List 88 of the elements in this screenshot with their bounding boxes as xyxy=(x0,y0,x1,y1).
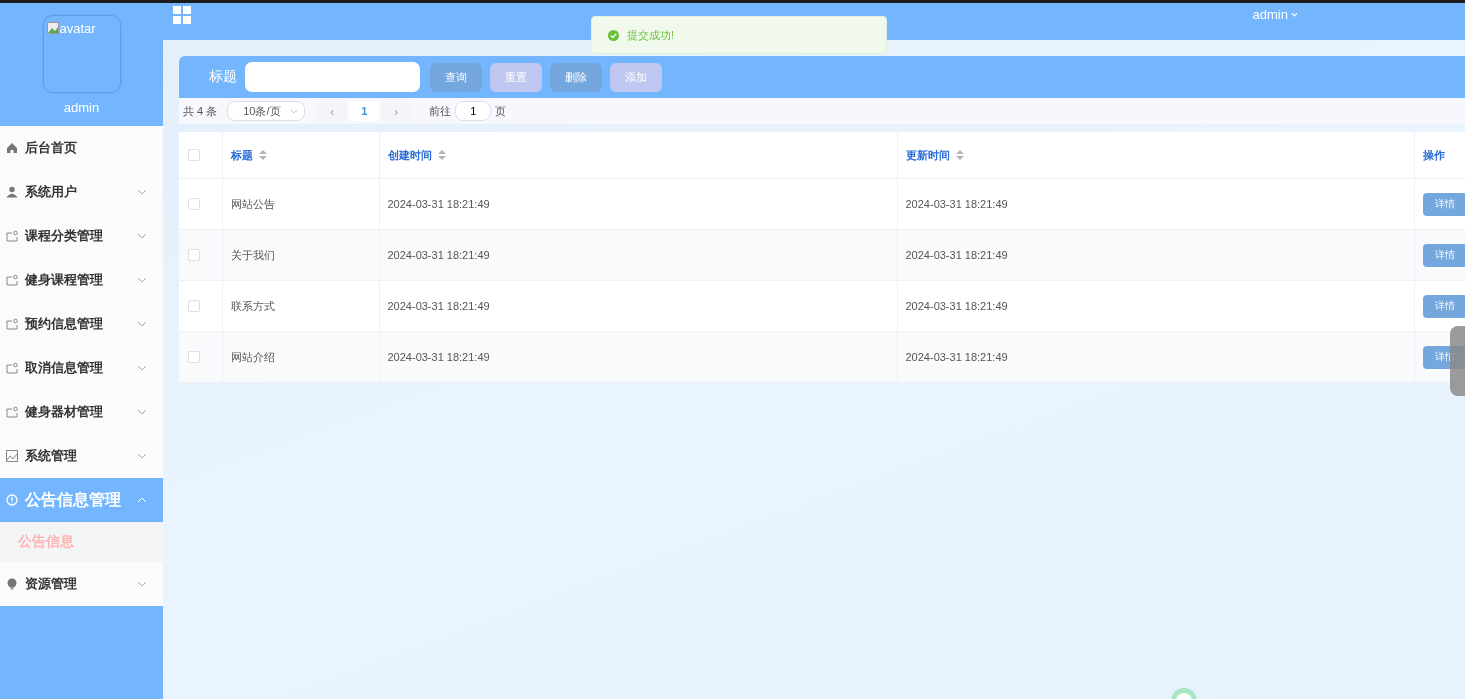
menu-label: 课程分类管理 xyxy=(25,227,104,245)
sort-icon[interactable] xyxy=(437,150,446,160)
image-icon xyxy=(6,450,18,462)
submenu-item[interactable]: 公告信息 xyxy=(0,522,163,562)
next-page-button[interactable]: › xyxy=(381,101,412,121)
toast-message: 提交成功! xyxy=(627,27,675,43)
menu-item[interactable]: 公告信息管理 xyxy=(0,478,163,522)
menu-label: 系统管理 xyxy=(25,447,78,465)
menu-item[interactable]: 系统用户 xyxy=(0,170,163,214)
chevron-down-icon xyxy=(137,233,147,239)
table-cell: 2024-03-31 18:21:49 xyxy=(387,351,490,363)
caret-icon xyxy=(1291,12,1298,17)
action-button[interactable]: 查询 xyxy=(430,62,482,92)
info-icon xyxy=(6,494,18,506)
menu-label: 资源管理 xyxy=(25,575,78,593)
check-circle-icon xyxy=(608,29,619,41)
menu-label: 取消信息管理 xyxy=(25,359,104,377)
menu-label: 系统用户 xyxy=(25,183,78,201)
menu-label: 健身器材管理 xyxy=(25,403,104,421)
user-icon xyxy=(6,186,18,198)
menu-label: 公告信息管理 xyxy=(25,489,122,510)
menu-item[interactable]: 后台首页 xyxy=(0,126,163,170)
row-checkbox[interactable] xyxy=(188,300,200,312)
sort-icon[interactable] xyxy=(258,150,267,160)
row-checkbox[interactable] xyxy=(188,351,200,363)
avatar-alt-text: avatar xyxy=(59,21,96,36)
goto-page-field[interactable]: 1 xyxy=(455,101,492,121)
table-cell: 网站介绍 xyxy=(230,350,275,363)
column-header: 操作 xyxy=(1422,147,1445,163)
table-cell: 2024-03-31 18:21:49 xyxy=(387,300,490,312)
home-icon xyxy=(6,142,18,154)
menu-item[interactable]: 课程分类管理 xyxy=(0,214,163,258)
action-button[interactable]: 删除 xyxy=(550,62,602,92)
table-cell: 网站公告 xyxy=(230,197,275,210)
menu-label: 后台首页 xyxy=(25,139,78,157)
menu-label: 健身课程管理 xyxy=(25,271,104,289)
row-checkbox[interactable] xyxy=(188,198,200,210)
chevron-down-icon xyxy=(290,108,299,114)
user-dropdown[interactable]: admin xyxy=(1252,7,1298,22)
menu-item[interactable]: 系统管理 xyxy=(0,434,163,478)
column-header: 更新时间 xyxy=(905,147,950,163)
table-cell: 2024-03-31 18:21:49 xyxy=(905,351,1008,363)
table-cell: 2024-03-31 18:21:49 xyxy=(905,249,1008,261)
folder-icon xyxy=(6,318,18,330)
table-cell: 2024-03-31 18:21:49 xyxy=(387,249,490,261)
menu-item[interactable]: 健身器材管理 xyxy=(0,390,163,434)
table-cell: 2024-03-31 18:21:49 xyxy=(905,300,1008,312)
folder-icon xyxy=(6,230,18,242)
menu-item[interactable]: 健身课程管理 xyxy=(0,258,163,302)
search-label: 标题 xyxy=(209,68,237,86)
menu-item[interactable]: 取消信息管理 xyxy=(0,346,163,390)
menu-item[interactable]: 资源管理 xyxy=(0,562,163,606)
sort-icon[interactable] xyxy=(955,150,964,160)
table-cell: 关于我们 xyxy=(230,248,275,261)
broken-image-icon xyxy=(46,22,59,34)
row-checkbox[interactable] xyxy=(188,249,200,261)
menu-icon[interactable] xyxy=(173,5,191,24)
folder-icon xyxy=(6,406,18,418)
chevron-down-icon xyxy=(137,409,147,415)
bulb-icon xyxy=(6,578,18,590)
chevron-down-icon xyxy=(137,277,147,283)
table-cell: 2024-03-31 18:21:49 xyxy=(905,198,1008,210)
details-button[interactable]: 详情 xyxy=(1422,294,1465,318)
page-size-select[interactable]: 10条/页 xyxy=(227,101,306,121)
chevron-down-icon xyxy=(137,453,147,459)
chevron-down-icon xyxy=(137,189,147,195)
goto-label: 前往 xyxy=(429,103,452,119)
chevron-down-icon xyxy=(137,321,147,327)
previous-page-button[interactable]: ‹ xyxy=(317,101,348,121)
title-search-field[interactable] xyxy=(245,62,420,92)
folder-icon xyxy=(6,362,18,374)
column-header: 标题 xyxy=(230,147,253,163)
menu-item[interactable]: 预约信息管理 xyxy=(0,302,163,346)
column-header: 创建时间 xyxy=(387,147,432,163)
folder-icon xyxy=(6,274,18,286)
total-count: 共 4 条 xyxy=(183,103,218,119)
details-button[interactable]: 详情 xyxy=(1422,192,1465,216)
chevron-down-icon xyxy=(137,581,147,587)
menu-label: 预约信息管理 xyxy=(25,315,104,333)
page-number[interactable]: 1 xyxy=(349,101,380,121)
table-cell: 联系方式 xyxy=(230,299,275,312)
chevron-down-icon xyxy=(137,365,147,371)
details-button[interactable]: 详情 xyxy=(1422,243,1465,267)
chevron-up-icon xyxy=(137,497,147,503)
username: admin xyxy=(63,100,100,115)
page-suffix: 页 xyxy=(495,103,507,119)
select-all-checkbox[interactable] xyxy=(188,149,200,161)
table-cell: 2024-03-31 18:21:49 xyxy=(387,198,490,210)
